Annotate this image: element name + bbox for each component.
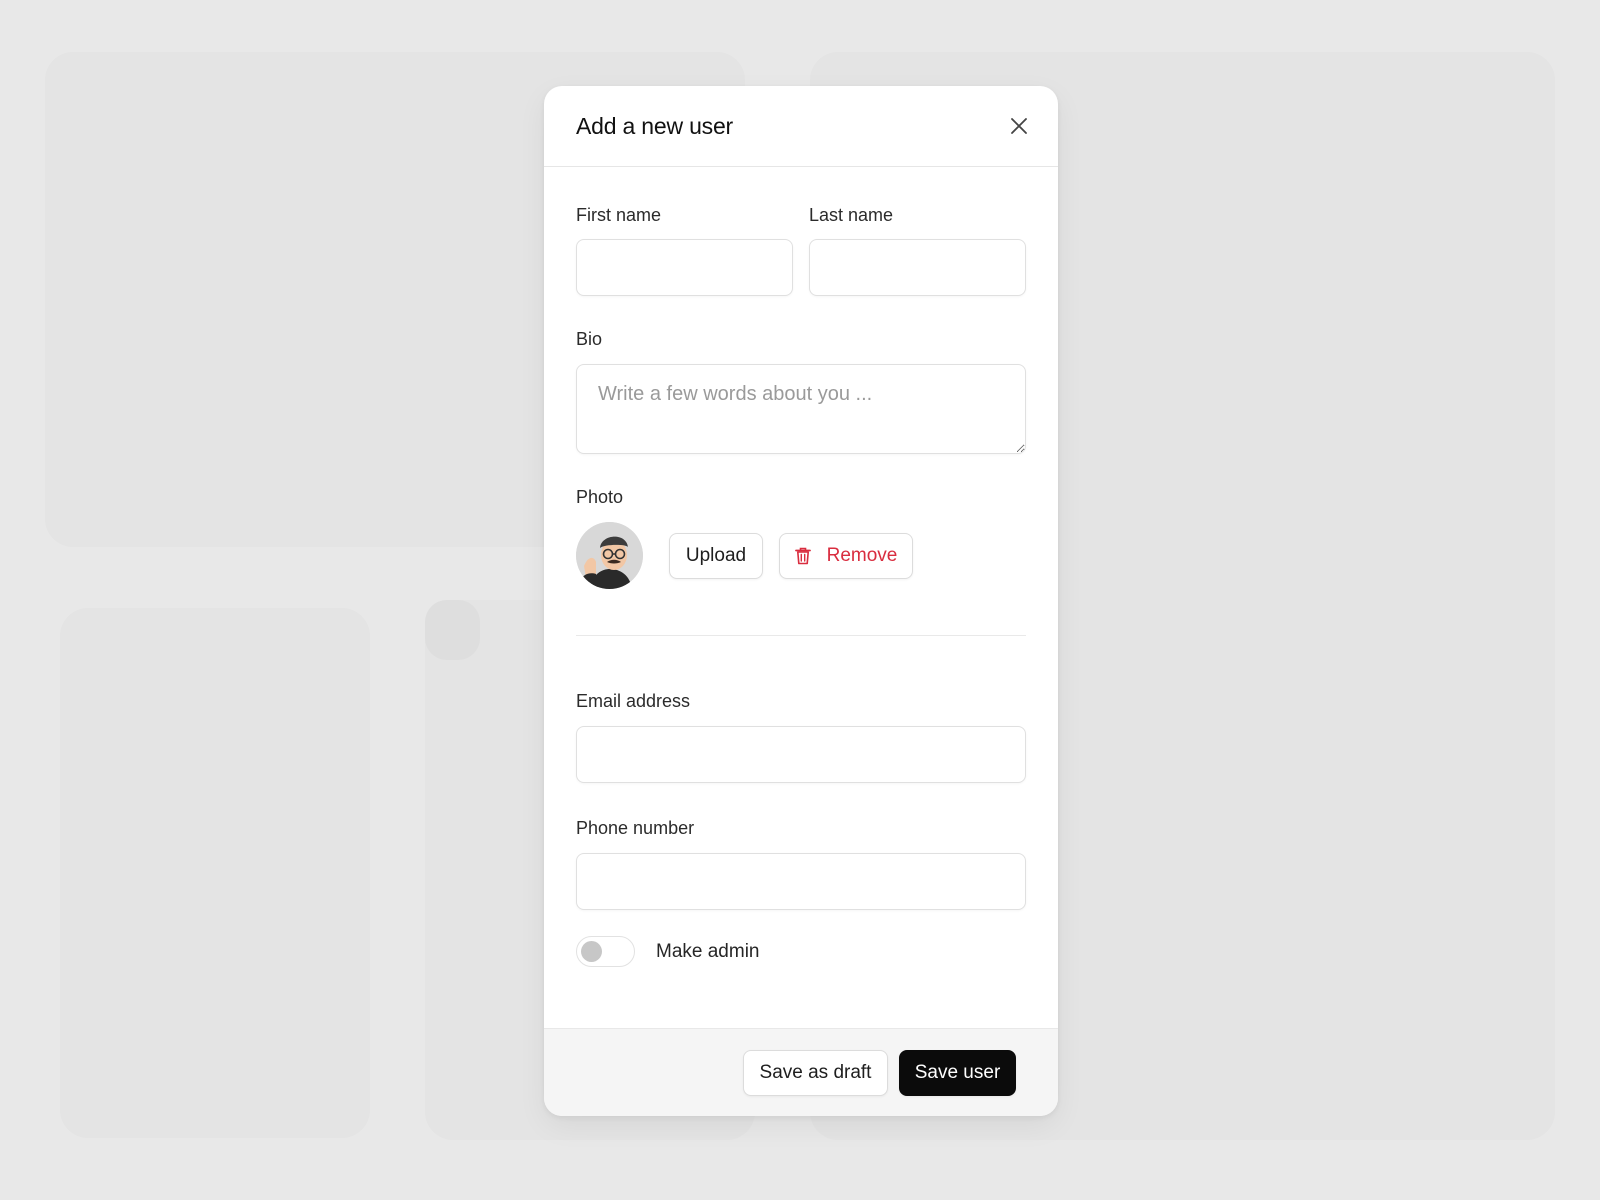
photo-row: Upload Remove	[576, 522, 1026, 589]
remove-button-label: Remove	[826, 544, 898, 566]
photo-label: Photo	[576, 487, 624, 507]
close-button[interactable]	[1004, 111, 1034, 141]
phone-input[interactable]	[576, 853, 1026, 910]
bio-textarea[interactable]	[576, 364, 1026, 454]
modal-title: Add a new user	[576, 112, 734, 139]
save-user-button[interactable]: Save user	[899, 1049, 1016, 1096]
bio-label: Bio	[576, 329, 603, 349]
name-row: First name Last name	[576, 167, 1026, 296]
save-draft-button[interactable]: Save as draft	[743, 1049, 888, 1096]
toggle-knob	[581, 941, 602, 962]
avatar	[576, 522, 643, 589]
first-name-input[interactable]	[576, 239, 793, 296]
last-name-group: Last name	[809, 167, 1026, 296]
phone-label: Phone number	[576, 818, 695, 838]
email-label: Email address	[576, 691, 691, 711]
first-name-group: First name	[576, 167, 793, 296]
admin-toggle-row: Make admin	[576, 936, 1026, 967]
admin-toggle[interactable]	[576, 936, 635, 967]
close-icon	[1011, 118, 1027, 134]
first-name-label: First name	[576, 205, 662, 225]
remove-button[interactable]: Remove	[779, 532, 913, 579]
modal-header: Add a new user	[544, 86, 1058, 167]
background-chip	[425, 600, 480, 660]
add-user-modal: Add a new user First name Last name Bio …	[544, 86, 1058, 1116]
upload-button[interactable]: Upload	[669, 532, 763, 579]
last-name-label: Last name	[809, 205, 894, 225]
background-card	[60, 608, 370, 1138]
admin-toggle-label: Make admin	[656, 940, 760, 962]
section-divider	[576, 635, 1026, 636]
modal-body: First name Last name Bio Photo	[544, 167, 1058, 967]
modal-footer: Save as draft Save user	[544, 1028, 1058, 1116]
email-input[interactable]	[576, 726, 1026, 783]
last-name-input[interactable]	[809, 239, 1026, 296]
trash-icon	[794, 547, 811, 564]
